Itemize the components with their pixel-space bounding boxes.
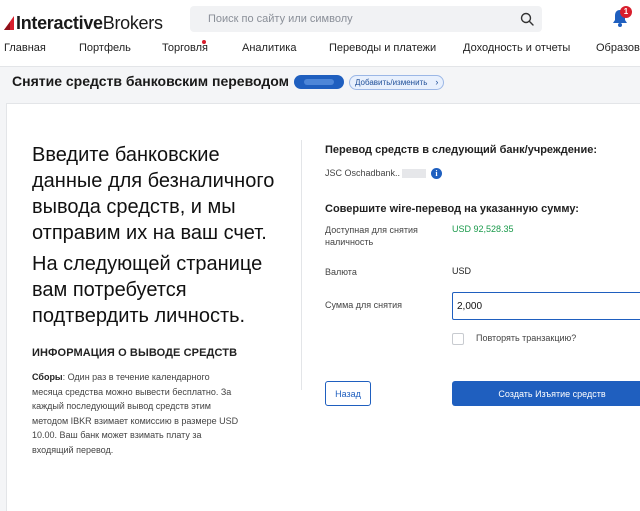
repeat-transaction-checkbox[interactable] <box>452 333 464 345</box>
currency-value: USD <box>452 266 472 276</box>
withdrawal-info-title: ИНФОРМАЦИЯ О ВЫВОДЕ СРЕДСТВ <box>32 347 238 359</box>
trading-alert-dot <box>202 40 206 44</box>
column-divider <box>301 140 302 390</box>
nav-item-home[interactable]: Главная <box>4 42 46 54</box>
nav-item-education[interactable]: Образова <box>596 42 640 54</box>
main-nav: Главная Портфель Торговля Аналитика Пере… <box>0 40 640 58</box>
available-cash-label: Доступная для снятия наличность <box>325 225 418 247</box>
fees-text: : Один раз в течение календарного месяца… <box>32 372 239 455</box>
nav-item-trading[interactable]: Торговля <box>162 42 208 54</box>
amount-input[interactable] <box>452 292 640 320</box>
top-bar: InteractiveBrokers 1 Главная Портфель То… <box>0 0 640 66</box>
page-subheader: Снятие средств банковским переводом Доба… <box>0 66 640 96</box>
identity-note: На следующей странице вам потребуется по… <box>32 253 263 327</box>
notification-badge: 1 <box>620 6 632 18</box>
search-icon[interactable] <box>520 12 534 26</box>
page-title: Снятие средств банковским переводом <box>12 73 289 89</box>
logo[interactable]: InteractiveBrokers <box>4 12 163 34</box>
repeat-transaction-label: Повторять транзакцию? <box>476 333 577 343</box>
create-withdrawal-button[interactable]: Создать Изъятие средств <box>452 381 640 406</box>
withdrawal-info-text: Сборы: Один раз в течение календарного м… <box>32 370 242 457</box>
info-icon[interactable]: i <box>431 168 442 179</box>
logo-mark-icon <box>4 16 14 30</box>
bank-name-redacted <box>402 169 427 179</box>
search-input[interactable] <box>208 13 508 25</box>
currency-label: Валюта <box>325 267 357 277</box>
instructions-headline: Введите банковские данные для безналично… <box>32 144 275 244</box>
nav-item-transfers[interactable]: Переводы и платежи <box>329 42 436 54</box>
nav-item-analytics[interactable]: Аналитика <box>242 42 296 54</box>
nav-item-portfolio[interactable]: Портфель <box>79 42 131 54</box>
amount-label: Сумма для снятия <box>325 300 403 310</box>
nav-item-performance[interactable]: Доходность и отчеты <box>463 42 570 54</box>
chevron-right-icon: › <box>435 77 439 87</box>
search-bar[interactable] <box>190 6 542 32</box>
back-button[interactable]: Назад <box>325 381 371 406</box>
fees-label: Сборы <box>32 372 63 382</box>
add-change-button[interactable]: Добавить/изменить › <box>349 75 445 90</box>
transfer-to-title: Перевод средств в следующий банк/учрежде… <box>325 144 597 156</box>
available-cash-value: USD 92,528.35 <box>452 224 514 234</box>
withdrawal-card: Введите банковские данные для безналично… <box>6 103 640 511</box>
wire-amount-title: Совершите wire-перевод на указанную сумм… <box>325 203 579 215</box>
account-selector[interactable] <box>294 75 344 89</box>
bank-name: JSC Oschadbank.. <box>325 168 427 179</box>
instructions-panel: Введите банковские данные для безналично… <box>32 142 287 457</box>
logo-text: InteractiveBrokers <box>16 12 163 33</box>
add-change-label: Добавить/изменить <box>355 78 428 87</box>
